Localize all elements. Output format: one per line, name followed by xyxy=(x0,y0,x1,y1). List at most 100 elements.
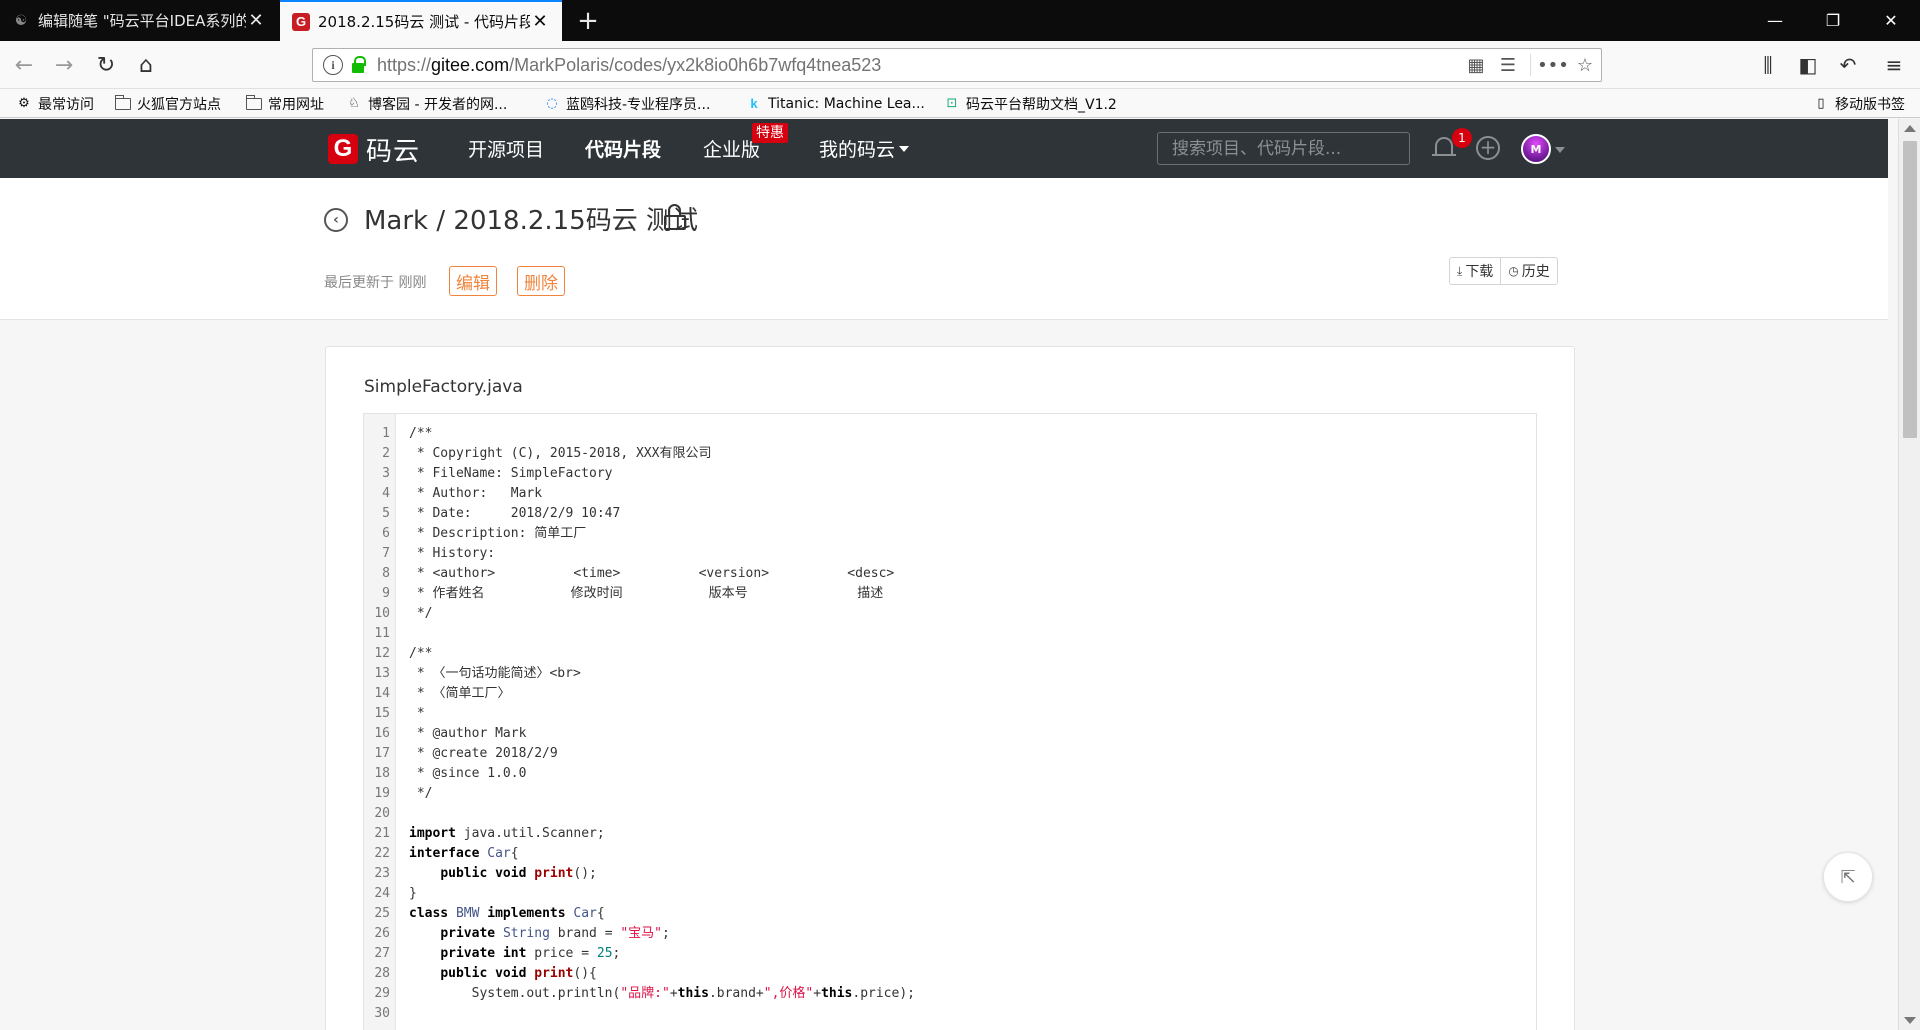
code-line: 1 /** xyxy=(364,424,1534,444)
url-path: /MarkPolaris/codes/yx2k8io0h6b7wfq4tnea5… xyxy=(509,54,882,75)
restore-window-button[interactable]: ❐ xyxy=(1804,0,1862,41)
edit-button[interactable]: 编辑 xyxy=(449,266,497,296)
line-number: 29 xyxy=(374,986,390,1001)
undo-arrow-icon[interactable]: ↶ xyxy=(1832,49,1864,81)
code-text: * History: xyxy=(409,546,496,561)
bookmark-folder[interactable]: 常用网址 xyxy=(246,89,324,118)
code-line: 20 xyxy=(364,804,1534,824)
code-text: } xyxy=(409,886,417,901)
line-number: 7 xyxy=(382,546,390,561)
line-number: 25 xyxy=(374,906,390,921)
back-circle-icon[interactable]: ‹ xyxy=(324,208,348,232)
avatar[interactable]: M xyxy=(1521,134,1551,164)
scrollbar-thumb[interactable] xyxy=(1903,141,1917,438)
mobile-bookmarks[interactable]: ▯ 移动版书签 xyxy=(1813,89,1905,118)
share-external-icon[interactable]: ⇱ xyxy=(1823,852,1873,902)
bookmark-item[interactable]: ♘ 博客园 - 开发者的网... xyxy=(346,89,507,118)
url-separator xyxy=(1530,54,1531,76)
code-text: */ xyxy=(409,606,433,621)
site-search-input[interactable] xyxy=(1157,132,1410,165)
avatar-dropdown-icon[interactable] xyxy=(1555,147,1565,153)
forward-arrow-icon[interactable]: → xyxy=(48,49,80,81)
mobile-phone-icon: ▯ xyxy=(1817,96,1825,111)
bookmark-item[interactable]: k Titanic: Machine Lea... xyxy=(746,89,925,118)
line-number: 21 xyxy=(374,826,390,841)
bookmarks-toolbar: ⚙ 最常访问 火狐官方站点 常用网址 ♘ 博客园 - 开发者的网... ◌ 蓝鸥… xyxy=(0,89,1920,118)
bookmark-label: 火狐官方站点 xyxy=(137,96,221,113)
code-line: 5 * Date: 2018/2/9 10:47 xyxy=(364,504,1534,524)
line-number: 27 xyxy=(374,946,390,961)
snippet-actions: ⤓ 下载 ◷ 历史 xyxy=(1449,257,1558,285)
code-line: 7 * History: xyxy=(364,544,1534,564)
site-logo[interactable]: G 码云 xyxy=(328,133,420,167)
code-line: 25 class BMW implements Car{ xyxy=(364,904,1534,924)
code-text: * 〈一句话功能简述〉<br> xyxy=(409,666,581,681)
back-arrow-icon[interactable]: ← xyxy=(8,49,40,81)
line-number: 13 xyxy=(374,666,390,681)
bookmark-item[interactable]: ⊡ 码云平台帮助文档_V1.2 xyxy=(944,89,1117,118)
line-number: 19 xyxy=(374,786,390,801)
code-text: private String brand = "宝马"; xyxy=(440,926,670,941)
code-text: import java.util.Scanner; xyxy=(409,826,605,841)
page-scrollbar[interactable] xyxy=(1898,119,1920,1030)
last-updated-text: 最后更新于 刚刚 xyxy=(324,275,427,291)
history-button[interactable]: ◷ 历史 xyxy=(1500,258,1556,284)
line-number: 8 xyxy=(382,566,390,581)
reader-view-icon[interactable]: ☰ xyxy=(1492,49,1524,81)
code-text: public void print(){ xyxy=(440,966,597,981)
menu-hamburger-icon[interactable]: ≡ xyxy=(1878,49,1910,81)
close-tab-icon[interactable]: ✕ xyxy=(530,11,550,32)
download-button[interactable]: ⤓ 下载 xyxy=(1450,258,1500,284)
line-number: 10 xyxy=(374,606,390,621)
nav-my-gitee[interactable]: 我的码云 xyxy=(819,119,910,178)
add-plus-icon[interactable]: + xyxy=(1476,136,1500,160)
code-text: /** xyxy=(409,646,433,661)
cnblogs-icon: ♘ xyxy=(348,96,360,111)
url-bar[interactable]: i https://gitee.com/MarkPolaris/codes/yx… xyxy=(312,48,1602,82)
code-text: * Copyright (C), 2015-2018, XXX有限公司 xyxy=(409,446,712,461)
url-host: gitee.com xyxy=(431,54,510,75)
bookmark-folder[interactable]: 火狐官方站点 xyxy=(115,89,221,118)
line-number: 5 xyxy=(382,506,390,521)
line-number: 15 xyxy=(374,706,390,721)
url-text[interactable]: https://gitee.com/MarkPolaris/codes/yx2k… xyxy=(377,55,1460,76)
line-number: 24 xyxy=(374,886,390,901)
new-tab-button[interactable]: + xyxy=(568,0,608,41)
scroll-down-arrow-icon[interactable] xyxy=(1904,1017,1916,1024)
minimize-window-button[interactable]: — xyxy=(1746,0,1804,41)
folder-icon xyxy=(115,94,131,110)
reload-icon[interactable]: ↻ xyxy=(90,49,122,81)
line-number: 26 xyxy=(374,926,390,941)
delete-button[interactable]: 删除 xyxy=(517,266,565,296)
bookmark-item[interactable]: ⚙ 最常访问 xyxy=(16,89,94,118)
bookmark-star-icon[interactable]: ☆ xyxy=(1569,49,1601,81)
bookmark-item[interactable]: ◌ 蓝鸥科技-专业程序员... xyxy=(544,89,710,118)
tab-title: 编辑随笔 "码云平台IDEA系列的 xyxy=(38,12,246,30)
nav-code-snippets[interactable]: 代码片段 xyxy=(585,119,661,178)
code-line: 10 */ xyxy=(364,604,1534,624)
bookmark-label: Titanic: Machine Lea... xyxy=(768,95,925,112)
nav-open-source[interactable]: 开源项目 xyxy=(468,119,544,178)
code-line: 13 * 〈一句话功能简述〉<br> xyxy=(364,664,1534,684)
browser-tab-active[interactable]: G 2018.2.15码云 测试 - 代码片段 ✕ xyxy=(280,0,562,41)
qr-code-icon[interactable]: ▦ xyxy=(1460,49,1492,81)
scroll-up-arrow-icon[interactable] xyxy=(1904,125,1916,132)
library-icon[interactable]: ⫼ xyxy=(1752,49,1784,81)
blog-favicon-icon: ☯ xyxy=(14,12,28,29)
url-scheme: https:// xyxy=(377,54,432,75)
site-info-icon[interactable]: i xyxy=(323,55,343,75)
code-viewer[interactable]: 1 /** 2 * Copyright (C), 2015-2018, XXX有限公… xyxy=(363,413,1537,1030)
bookmark-label: 移动版书签 xyxy=(1835,96,1905,113)
folder-icon xyxy=(246,94,262,110)
close-tab-icon[interactable]: ✕ xyxy=(246,10,266,31)
code-line: 16 * @author Mark xyxy=(364,724,1534,744)
snippet-header: ‹ Mark / 2018.2.15码云 测试 最后更新于 刚刚 编辑 删除 ⤓… xyxy=(0,178,1888,320)
close-window-button[interactable]: ✕ xyxy=(1862,0,1920,41)
sidebar-icon[interactable]: ◧ xyxy=(1792,49,1824,81)
code-line: 24} xyxy=(364,884,1534,904)
page-actions-icon[interactable]: ••• xyxy=(1537,49,1569,81)
code-text: interface Car{ xyxy=(409,846,519,861)
browser-tab[interactable]: ☯ 编辑随笔 "码云平台IDEA系列的 ✕ xyxy=(0,0,278,41)
home-icon[interactable]: ⌂ xyxy=(130,49,162,81)
code-line: 2 * Copyright (C), 2015-2018, XXX有限公司 xyxy=(364,444,1534,464)
